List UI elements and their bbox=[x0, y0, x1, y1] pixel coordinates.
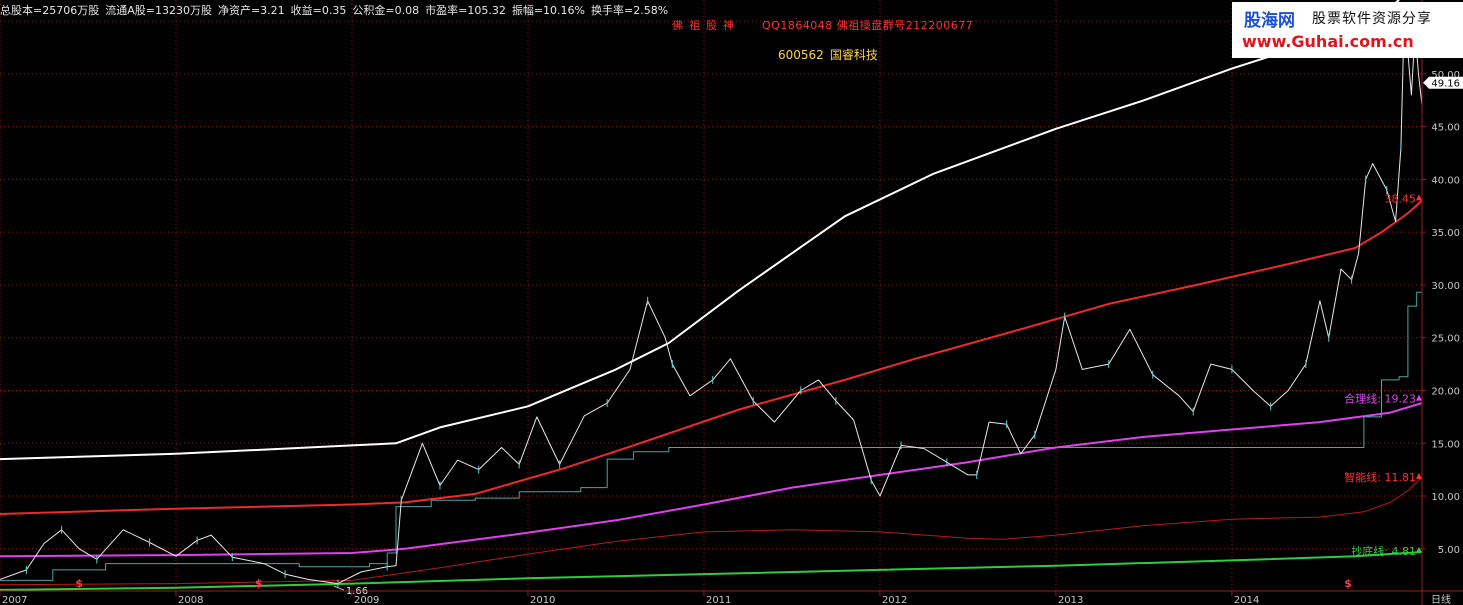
price-chart[interactable]: 1.6638.45合理线: 19.23智能线: 11.81抄底线: 4.81$ $… bbox=[0, 0, 1463, 605]
fundamental-item: 公积金=0.08 bbox=[352, 4, 420, 17]
y-tick-label: 35.00 bbox=[1431, 228, 1460, 239]
series-layer bbox=[0, 0, 1423, 591]
y-tick-label: 25.00 bbox=[1431, 334, 1460, 345]
line-annotation: 智能线: 11.81 bbox=[1344, 470, 1416, 484]
logo-slogan: 股票软件资源分享 bbox=[1312, 11, 1432, 27]
signature-contact: QQ1864048 佛祖操盘群号212200677 bbox=[762, 19, 974, 32]
chart-stage: 1.66 38.45 合理线: 19.23 智能线: 11.81 抄底线: 4.81 $ $… bbox=[0, 0, 1463, 605]
stock-code: 600562 bbox=[778, 48, 824, 62]
series-line-white bbox=[0, 0, 1400, 461]
author-signature: 佛祖股神 QQ1864048 佛祖操盘群号212200677 bbox=[672, 17, 973, 33]
line-annotation: 38.45 bbox=[1385, 192, 1417, 205]
stock-title: 600562 国睿科技 bbox=[778, 46, 878, 63]
fundamental-item: 净资产=3.21 bbox=[217, 4, 285, 17]
fundamental-item: 换手率=2.58% bbox=[591, 4, 669, 17]
signature-name: 佛祖股神 bbox=[672, 19, 740, 32]
x-tick-label: 2008 bbox=[178, 595, 203, 605]
guhai-logo[interactable]: 股海网 股票软件资源分享 www.Guhai.com.cn bbox=[1232, 2, 1463, 58]
period-label[interactable]: 日线 bbox=[1431, 593, 1451, 605]
y-tick-label: 10.00 bbox=[1431, 492, 1460, 503]
y-tick-label: 40.00 bbox=[1431, 175, 1460, 186]
y-tick-label: 45.00 bbox=[1431, 123, 1460, 134]
logo-url: www.Guhai.com.cn bbox=[1242, 32, 1414, 51]
series-line-price bbox=[0, 10, 1423, 585]
series-line-green bbox=[0, 551, 1423, 591]
x-tick-label: 2007 bbox=[2, 595, 27, 605]
series-line-magenta bbox=[0, 402, 1423, 558]
stock-name: 国睿科技 bbox=[829, 48, 878, 62]
y-tick-label: 30.00 bbox=[1431, 281, 1460, 292]
series-line-darkred bbox=[0, 476, 1423, 586]
x-tick-label: 2012 bbox=[882, 595, 907, 605]
y-tick-label: 5.00 bbox=[1438, 545, 1460, 556]
x-tick-label: 2009 bbox=[354, 595, 379, 605]
fundamental-item: 收益=0.35 bbox=[290, 4, 347, 17]
annotation-arrow-icon bbox=[1416, 546, 1422, 553]
series-line-red bbox=[0, 199, 1423, 515]
line-annotation: 抄底线: 4.81 bbox=[1351, 544, 1416, 558]
dollar-marker-icon: $ bbox=[75, 577, 83, 590]
y-tick-label: 20.00 bbox=[1431, 386, 1460, 397]
x-tick-label: 2010 bbox=[530, 595, 555, 605]
dollar-marker-icon: $ bbox=[255, 577, 263, 590]
annotation-arrow-icon bbox=[1416, 194, 1422, 201]
x-tick-label: 2013 bbox=[1058, 595, 1083, 605]
fundamental-item: 总股本=25706万股 bbox=[0, 4, 100, 17]
logo-name: 股海网 bbox=[1244, 11, 1295, 31]
axis-layer: 5.00 10.00 15.00 20.00 25.00 30.00 35.00 40.00 4… bbox=[0, 0, 1463, 605]
line-annotation: 合理线: 19.23 bbox=[1344, 392, 1416, 406]
fundamental-item: 市盈率=105.32 bbox=[425, 4, 506, 17]
low-marker-line bbox=[333, 585, 345, 591]
dollar-marker-icon: $ bbox=[1344, 577, 1352, 590]
annotation-arrow-icon bbox=[1416, 394, 1422, 401]
fundamental-item: 流通A股=13230万股 bbox=[105, 4, 212, 17]
fundamentals-bar: 总股本=25706万股 流通A股=13230万股 净资产=3.21 收益=0.35 公积… bbox=[0, 2, 674, 18]
x-tick-label: 2011 bbox=[706, 595, 731, 605]
fundamental-item: 振幅=10.16% bbox=[511, 4, 585, 17]
current-price-label: 49.16 bbox=[1431, 79, 1460, 90]
annotation-arrow-icon bbox=[1416, 472, 1422, 479]
annotation-layer: 1.6638.45合理线: 19.23智能线: 11.81抄底线: 4.81$ $… bbox=[75, 192, 1422, 597]
x-tick-label: 2014 bbox=[1234, 595, 1259, 605]
y-tick-label: 15.00 bbox=[1431, 439, 1460, 450]
